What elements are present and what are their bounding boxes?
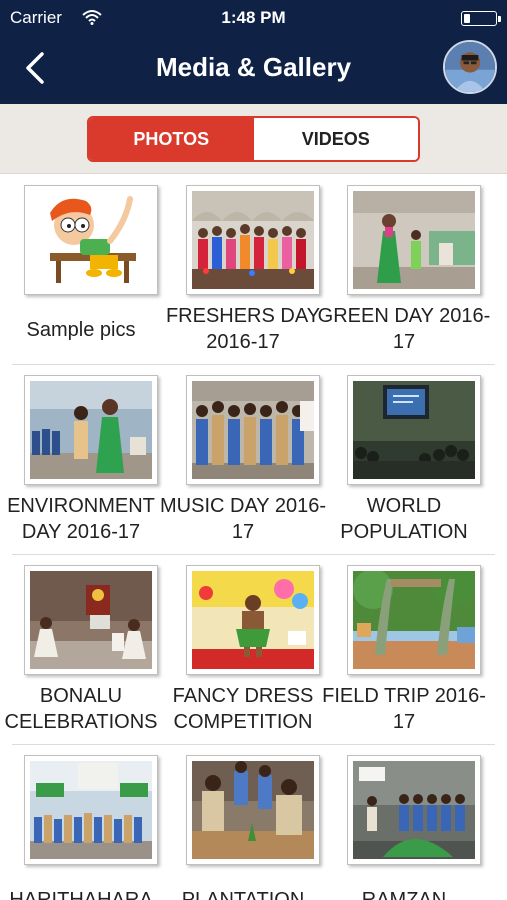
album-bonalu-celebrations[interactable]: BONALU CELEBRATIONS xyxy=(0,565,162,745)
album-caption: RAMZAN xyxy=(361,889,447,900)
album-thumbnail xyxy=(186,755,320,865)
album-thumbnail xyxy=(186,185,320,295)
battery-icon xyxy=(461,11,501,26)
album-thumbnail xyxy=(347,755,481,865)
album-caption: BONALU CELEBRATIONS xyxy=(4,685,158,733)
album-thumbnail xyxy=(347,565,481,675)
album-caption: ENVIRONMENT DAY 2016-17 xyxy=(7,495,155,543)
album-field-trip[interactable]: FIELD TRIP 2016-17 xyxy=(322,565,486,745)
album-thumbnail xyxy=(347,185,481,295)
album-thumbnail xyxy=(24,755,158,865)
page-title: Media & Gallery xyxy=(155,52,352,82)
album-thumbnail xyxy=(186,565,320,675)
album-caption: HARITHAHARA xyxy=(9,889,153,900)
album-harithahara[interactable]: HARITHAHARA xyxy=(0,755,162,900)
album-world-population[interactable]: WORLD POPULATION xyxy=(323,375,485,555)
album-caption: PLANTATION xyxy=(181,889,305,900)
media-type-segmented-control: PHOTOS VIDEOS xyxy=(87,116,420,162)
tab-photos[interactable]: PHOTOS xyxy=(89,118,254,160)
user-avatar[interactable] xyxy=(443,40,497,94)
album-caption: WORLD POPULATION xyxy=(340,495,468,543)
album-caption: Sample pics xyxy=(26,319,136,341)
album-thumbnail xyxy=(347,375,481,485)
album-thumbnail xyxy=(24,375,158,485)
album-thumbnail xyxy=(24,565,158,675)
album-music-day[interactable]: MUSIC DAY 2016-17 xyxy=(160,375,326,555)
navigation-bar: Carrier 1:48 PM Media & Gallery xyxy=(0,0,507,104)
album-freshers-day[interactable]: FRESHERS DAY 2016-17 xyxy=(162,185,324,365)
album-caption: FANCY DRESS COMPETITION xyxy=(172,685,314,733)
media-type-bar: PHOTOS VIDEOS xyxy=(0,104,507,174)
album-caption: GREEN DAY 2016-17 xyxy=(317,305,491,353)
album-row: HARITHAHARA PLANTATION RAMZAN xyxy=(9,745,495,900)
avatar-image xyxy=(445,42,495,92)
album-plantation[interactable]: PLANTATION xyxy=(162,755,324,900)
album-sample-pics[interactable]: Sample pics xyxy=(0,185,162,365)
album-caption: FRESHERS DAY 2016-17 xyxy=(165,305,321,353)
album-environment-day[interactable]: ENVIRONMENT DAY 2016-17 xyxy=(0,375,162,555)
album-caption: MUSIC DAY 2016-17 xyxy=(160,495,326,543)
album-ramzan[interactable]: RAMZAN xyxy=(323,755,485,900)
album-grid: Sample pics FRESHERS DAY 2016-17 GREEN D… xyxy=(0,175,507,900)
album-row: BONALU CELEBRATIONS FANCY DRESS COMPETIT… xyxy=(5,555,495,745)
album-fancy-dress-competition[interactable]: FANCY DRESS COMPETITION xyxy=(162,565,324,745)
album-thumbnail xyxy=(186,375,320,485)
album-caption: FIELD TRIP 2016-17 xyxy=(322,685,486,733)
album-row: Sample pics FRESHERS DAY 2016-17 GREEN D… xyxy=(12,175,495,365)
tab-videos[interactable]: VIDEOS xyxy=(253,118,418,160)
album-row: ENVIRONMENT DAY 2016-17 MUSIC DAY 2016-1… xyxy=(7,365,495,555)
album-thumbnail xyxy=(24,185,158,295)
status-bar: Carrier 1:48 PM xyxy=(0,0,507,36)
clock: 1:48 PM xyxy=(221,8,286,27)
album-green-day[interactable]: GREEN DAY 2016-17 xyxy=(318,185,490,365)
